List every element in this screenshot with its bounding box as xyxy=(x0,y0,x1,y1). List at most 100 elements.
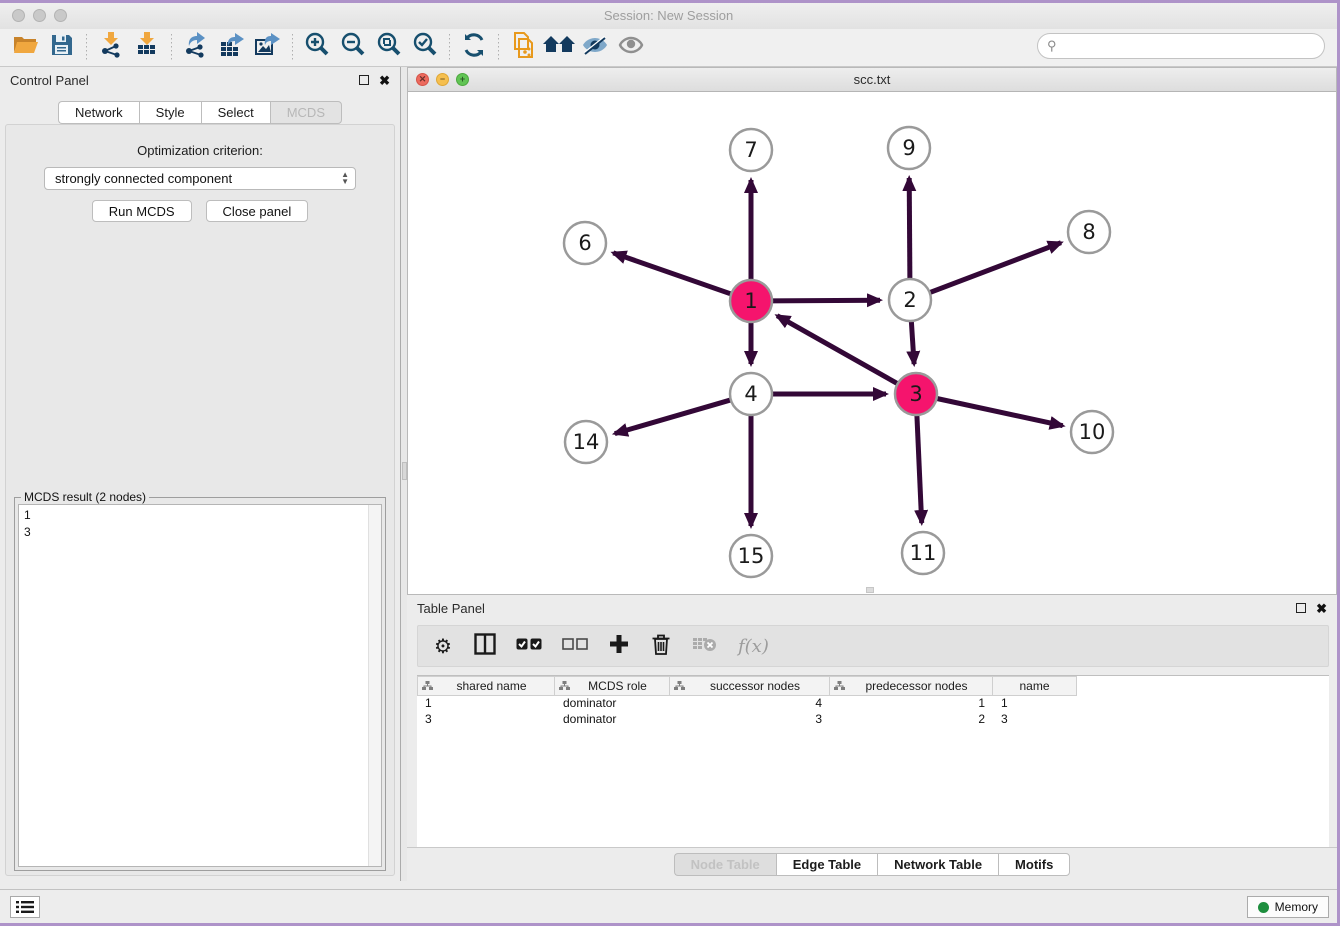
import-table-button[interactable] xyxy=(129,33,165,63)
edge-4-14[interactable] xyxy=(615,399,733,433)
cell-predecessor-nodes[interactable]: 1 xyxy=(830,696,993,712)
vertical-splitter[interactable] xyxy=(400,67,407,881)
tab-mcds[interactable]: MCDS xyxy=(270,101,342,124)
edge-3-1[interactable] xyxy=(777,316,899,385)
node-1[interactable]: 1 xyxy=(730,280,772,322)
hide-selected-button[interactable] xyxy=(577,33,613,63)
show-all-button[interactable] xyxy=(613,33,649,63)
export-network-button[interactable] xyxy=(178,33,214,63)
table-row[interactable]: 1 dominator 4 1 1 xyxy=(417,696,1329,712)
export-network-icon xyxy=(183,32,209,63)
zoom-out-icon xyxy=(340,32,366,63)
edge-2-3[interactable] xyxy=(911,319,914,364)
show-log-button[interactable] xyxy=(10,896,40,918)
deselect-all-button[interactable] xyxy=(562,634,588,658)
tab-motifs[interactable]: Motifs xyxy=(998,853,1070,876)
memory-button[interactable]: Memory xyxy=(1247,896,1329,918)
tab-network-table[interactable]: Network Table xyxy=(877,853,998,876)
refresh-view-button[interactable] xyxy=(456,33,492,63)
mcds-result-text[interactable]: 1 3 xyxy=(18,504,382,867)
close-panel-button[interactable]: Close panel xyxy=(206,200,309,222)
cell-predecessor-nodes[interactable]: 2 xyxy=(830,712,993,728)
cell-name[interactable]: 3 xyxy=(993,712,1077,728)
reset-view-button[interactable] xyxy=(541,33,577,63)
tree-icon xyxy=(422,681,433,691)
canvas-resize-grip[interactable] xyxy=(866,587,874,593)
column-header-successor-nodes[interactable]: successor nodes xyxy=(670,676,830,696)
float-table-panel-icon[interactable] xyxy=(1296,603,1306,613)
tab-style[interactable]: Style xyxy=(139,101,201,124)
delete-table-button[interactable] xyxy=(692,634,718,658)
search-input[interactable] xyxy=(1057,39,1324,53)
column-header-predecessor-nodes[interactable]: predecessor nodes xyxy=(830,676,993,696)
control-panel: Control Panel ✖ Network Style Select MCD… xyxy=(0,67,400,881)
node-15[interactable]: 15 xyxy=(730,535,772,577)
node-2[interactable]: 2 xyxy=(889,279,931,321)
select-all-button[interactable] xyxy=(516,634,542,658)
status-bar: Memory xyxy=(0,889,1337,923)
edge-1-6[interactable] xyxy=(613,253,733,295)
node-4[interactable]: 4 xyxy=(730,373,772,415)
table-row[interactable]: 3 dominator 3 2 3 xyxy=(417,712,1329,728)
close-table-panel-icon[interactable]: ✖ xyxy=(1316,602,1327,615)
edge-2-8[interactable] xyxy=(928,243,1061,294)
node-7[interactable]: 7 xyxy=(730,129,772,171)
column-view-button[interactable] xyxy=(474,634,496,658)
cell-shared-name[interactable]: 3 xyxy=(417,712,555,728)
zoom-out-button[interactable] xyxy=(335,33,371,63)
save-session-button[interactable] xyxy=(44,33,80,63)
node-label: 1 xyxy=(744,289,757,313)
column-header-mcds-role[interactable]: MCDS role xyxy=(555,676,670,696)
dropdown-arrows-icon: ▲▼ xyxy=(341,172,349,185)
close-panel-icon[interactable]: ✖ xyxy=(379,74,390,87)
float-panel-icon[interactable] xyxy=(359,75,369,85)
edge-1-2[interactable] xyxy=(770,300,880,301)
dropdown-value: strongly connected component xyxy=(55,171,232,186)
toolbar-separator xyxy=(86,34,87,62)
edge-3-11[interactable] xyxy=(917,413,922,523)
zoom-fit-button[interactable] xyxy=(371,33,407,63)
node-6[interactable]: 6 xyxy=(564,222,606,264)
export-image-button[interactable] xyxy=(250,33,286,63)
open-file-button[interactable] xyxy=(8,33,44,63)
table-settings-button[interactable]: ⚙ xyxy=(432,634,454,658)
function-builder-button[interactable]: f(x) xyxy=(738,634,769,658)
node-label: 10 xyxy=(1079,420,1106,444)
cell-successor-nodes[interactable]: 3 xyxy=(670,712,830,728)
run-mcds-button[interactable]: Run MCDS xyxy=(92,200,192,222)
column-header-shared-name[interactable]: shared name xyxy=(417,676,555,696)
column-header-name[interactable]: name xyxy=(993,676,1077,696)
delete-column-button[interactable] xyxy=(650,634,672,658)
copy-network-button[interactable] xyxy=(505,33,541,63)
cell-successor-nodes[interactable]: 4 xyxy=(670,696,830,712)
gear-icon: ⚙ xyxy=(434,634,452,659)
node-8[interactable]: 8 xyxy=(1068,211,1110,253)
cell-mcds-role[interactable]: dominator xyxy=(555,712,670,728)
cell-mcds-role[interactable]: dominator xyxy=(555,696,670,712)
memory-label: Memory xyxy=(1275,900,1318,914)
result-scrollbar[interactable] xyxy=(368,505,381,866)
node-label: 2 xyxy=(903,288,916,312)
mcds-result-title: MCDS result (2 nodes) xyxy=(21,490,149,504)
tab-node-table[interactable]: Node Table xyxy=(674,853,776,876)
zoom-in-button[interactable] xyxy=(299,33,335,63)
add-column-button[interactable] xyxy=(608,634,630,658)
tab-network[interactable]: Network xyxy=(58,101,139,124)
cell-name[interactable]: 1 xyxy=(993,696,1077,712)
tab-edge-table[interactable]: Edge Table xyxy=(776,853,877,876)
node-11[interactable]: 11 xyxy=(902,532,944,574)
optimization-criterion-select[interactable]: strongly connected component ▲▼ xyxy=(44,167,356,190)
node-3[interactable]: 3 xyxy=(895,373,937,415)
import-network-button[interactable] xyxy=(93,33,129,63)
cell-shared-name[interactable]: 1 xyxy=(417,696,555,712)
zoom-selected-button[interactable] xyxy=(407,33,443,63)
edge-2-9[interactable] xyxy=(909,178,910,281)
network-canvas[interactable]: 1 2 3 4 6 7 8 9 10 11 14 15 xyxy=(408,92,1336,594)
export-table-button[interactable] xyxy=(214,33,250,63)
node-14[interactable]: 14 xyxy=(565,421,607,463)
node-9[interactable]: 9 xyxy=(888,127,930,169)
export-table-icon xyxy=(219,32,245,63)
tab-select[interactable]: Select xyxy=(201,101,270,124)
edge-3-10[interactable] xyxy=(935,398,1063,426)
node-10[interactable]: 10 xyxy=(1071,411,1113,453)
